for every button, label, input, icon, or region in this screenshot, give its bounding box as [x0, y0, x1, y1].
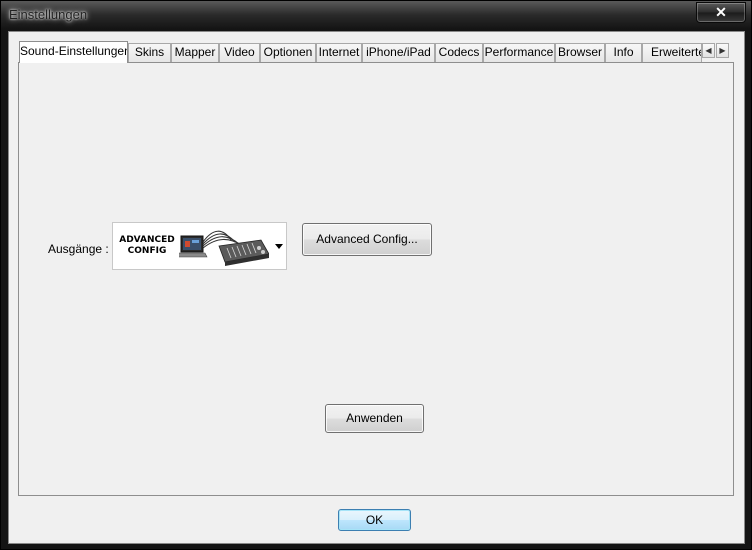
tab-codecs[interactable]: Codecs — [435, 43, 483, 62]
sound-settings-panel: Ausgänge : ADVANCED CONFIG Advanced Conf… — [18, 62, 734, 496]
outputs-dropdown[interactable]: ADVANCED CONFIG — [112, 222, 287, 270]
outputs-selected-line1: ADVANCED — [119, 235, 175, 245]
tab-scroll-left-icon[interactable]: ◀ — [702, 43, 715, 58]
tab-performance[interactable]: Performance — [483, 43, 555, 62]
advanced-config-button[interactable]: Advanced Config... — [302, 223, 432, 256]
dialog-body: Sound-Einstellungen Skins Mapper Video O… — [8, 31, 745, 544]
chevron-down-icon[interactable] — [275, 244, 283, 249]
tab-internet[interactable]: Internet — [316, 43, 362, 62]
tab-optionen[interactable]: Optionen — [260, 43, 316, 62]
laptop-mixer-icon — [179, 230, 269, 266]
tab-info[interactable]: Info — [605, 43, 642, 62]
ok-button[interactable]: OK — [338, 509, 411, 531]
tab-mapper[interactable]: Mapper — [171, 43, 219, 62]
tab-erweiterte[interactable]: Erweiterte — [642, 43, 702, 62]
outputs-selected-line2: CONFIG — [127, 246, 167, 256]
tab-browser[interactable]: Browser — [555, 43, 605, 62]
tab-scroll-right-icon[interactable]: ▶ — [716, 43, 729, 58]
tab-skins[interactable]: Skins — [128, 43, 171, 62]
outputs-label: Ausgänge : — [48, 242, 109, 256]
settings-window: Einstellungen ✕ Sound-Einstellungen Skin… — [0, 0, 752, 550]
close-button[interactable]: ✕ — [696, 2, 746, 23]
window-title: Einstellungen — [9, 7, 88, 22]
tab-iphone-ipad[interactable]: iPhone/iPad — [362, 43, 435, 62]
outputs-selected-text: ADVANCED CONFIG — [118, 235, 176, 257]
title-bar[interactable]: Einstellungen ✕ — [1, 1, 751, 29]
apply-button[interactable]: Anwenden — [325, 404, 424, 433]
tab-video[interactable]: Video — [219, 43, 260, 62]
tab-sound-einstellungen[interactable]: Sound-Einstellungen — [19, 41, 128, 63]
tab-strip: Sound-Einstellungen Skins Mapper Video O… — [19, 41, 739, 63]
